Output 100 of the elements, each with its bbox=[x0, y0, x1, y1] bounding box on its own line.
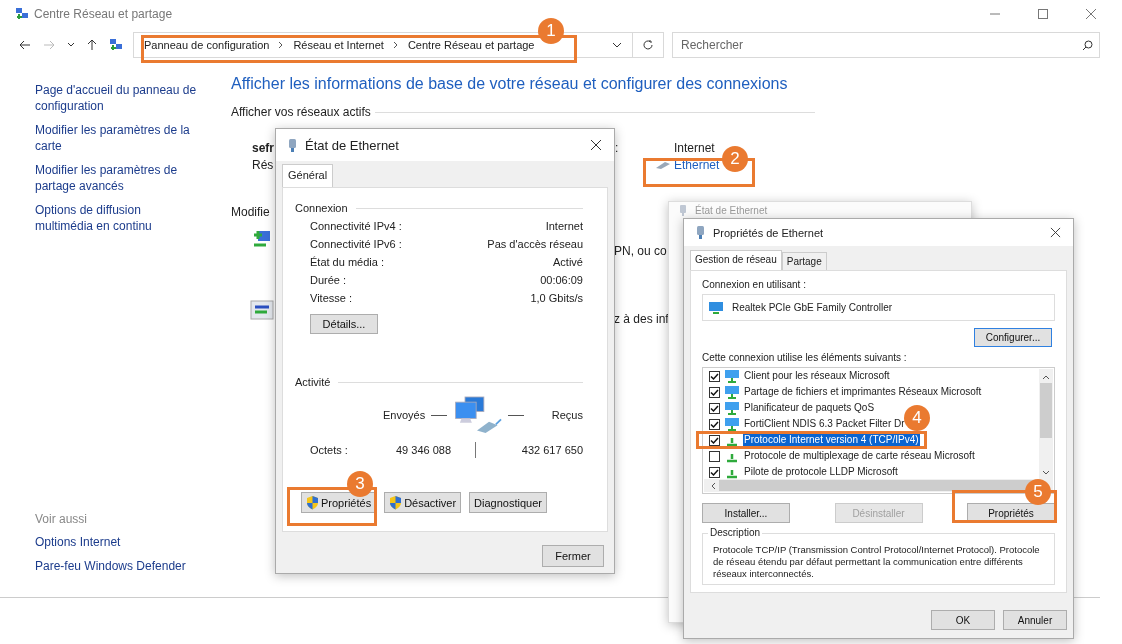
dialog-title: Propriétés de Ethernet bbox=[713, 226, 824, 239]
monitor-icon bbox=[724, 369, 740, 383]
chevron-up-icon[interactable] bbox=[1042, 374, 1050, 380]
field-label: Durée : bbox=[310, 274, 347, 286]
search-field[interactable]: Rechercher bbox=[672, 32, 1100, 58]
cable-icon bbox=[655, 160, 671, 170]
adapter-name: Realtek PCIe GbE Family Controller bbox=[732, 302, 893, 313]
field-label: État du média : bbox=[310, 256, 384, 268]
tab[interactable]: Gestion de réseau bbox=[690, 250, 782, 270]
sidebar-link[interactable]: Modifier les paramètres de partage avancés bbox=[35, 162, 197, 194]
description-text: z à des inf bbox=[614, 312, 669, 326]
back-arrow-icon[interactable] bbox=[19, 40, 31, 50]
cancel-button[interactable]: Annuler bbox=[1003, 610, 1067, 630]
plug-icon bbox=[679, 204, 687, 217]
checkbox[interactable] bbox=[709, 434, 720, 446]
ok-button[interactable]: OK bbox=[931, 610, 995, 630]
colon-text: : bbox=[615, 141, 620, 157]
tab[interactable]: Général bbox=[282, 164, 334, 187]
bytes-sent: 49 346 088 bbox=[396, 444, 453, 456]
checkbox[interactable] bbox=[709, 370, 720, 382]
shield-icon bbox=[389, 495, 403, 510]
sent-label: Envoyés bbox=[383, 409, 426, 421]
see-also-link[interactable]: Options Internet bbox=[35, 535, 231, 550]
breadcrumb-item[interactable]: Panneau de configuration bbox=[144, 39, 270, 51]
list-item[interactable]: FortiClient NDIS 6.3 Packet Filter Dr bbox=[743, 418, 906, 430]
refresh-button[interactable] bbox=[632, 32, 664, 58]
field-label: Connexion en utilisant : bbox=[702, 279, 807, 290]
field-label: Vitesse : bbox=[310, 292, 352, 304]
refresh-icon bbox=[642, 39, 654, 51]
dialog-title: État de Ethernet bbox=[695, 204, 768, 217]
tab[interactable]: Partage bbox=[781, 252, 827, 270]
section-title: Modifie bbox=[231, 205, 270, 219]
bytes-received: 432 617 650 bbox=[521, 444, 583, 456]
plug-icon bbox=[288, 137, 297, 153]
monitor-icon bbox=[708, 300, 724, 315]
field-value: Activé bbox=[553, 256, 583, 268]
up-arrow-icon[interactable] bbox=[87, 39, 97, 51]
checkbox[interactable] bbox=[709, 402, 720, 414]
network-type: Rés bbox=[252, 158, 274, 172]
configure-button[interactable]: Configurer... bbox=[974, 328, 1052, 347]
sidebar-link[interactable]: Page d'accueil du panneau de configuration bbox=[35, 82, 197, 114]
chevron-left-icon[interactable] bbox=[710, 481, 716, 490]
network-name: sefr bbox=[252, 141, 274, 155]
search-icon bbox=[1082, 40, 1093, 51]
close-icon[interactable] bbox=[1050, 227, 1061, 238]
details-button[interactable]: Détails... bbox=[310, 314, 378, 334]
network-icon bbox=[15, 7, 29, 21]
scrollbar[interactable] bbox=[1039, 369, 1053, 479]
list-item[interactable]: Protocole Internet version 4 (TCP/IPv4) bbox=[743, 434, 920, 446]
close-button[interactable]: Fermer bbox=[542, 545, 604, 567]
step-badge: 1 bbox=[538, 18, 564, 44]
checkbox[interactable] bbox=[709, 450, 720, 462]
list-item[interactable]: Planificateur de paquets QoS bbox=[743, 402, 876, 414]
received-label: Reçus bbox=[551, 409, 583, 421]
field-value: 1,0 Gbits/s bbox=[530, 292, 583, 304]
monitor-icon bbox=[724, 417, 740, 431]
group-title: Activité bbox=[295, 376, 331, 388]
chevron-down-icon[interactable] bbox=[612, 42, 622, 48]
list-item[interactable]: Pilote de protocole LLDP Microsoft bbox=[743, 466, 899, 478]
monitor-icon bbox=[724, 385, 740, 399]
list-item[interactable]: Protocole de multiplexage de carte réseau Microsoft bbox=[743, 450, 976, 462]
breadcrumb-item[interactable]: Réseau et Internet bbox=[293, 39, 384, 51]
network-icon bbox=[109, 38, 123, 52]
action-button[interactable]: Propriétés bbox=[301, 492, 377, 513]
action-button[interactable]: Installer... bbox=[702, 503, 790, 523]
chevron-down-icon[interactable] bbox=[1042, 470, 1050, 476]
description-text: PN, ou co bbox=[614, 244, 667, 258]
monitor-icon bbox=[724, 401, 740, 415]
plug-icon bbox=[696, 225, 705, 240]
field-label: Connectivité IPv6 : bbox=[310, 238, 402, 250]
chevron-down-icon[interactable] bbox=[67, 42, 75, 48]
shield-icon bbox=[306, 495, 319, 510]
close-icon[interactable] bbox=[590, 139, 602, 151]
action-button[interactable]: Diagnostiquer bbox=[469, 492, 547, 513]
access-type: Internet bbox=[673, 141, 716, 155]
list-item[interactable]: Client pour les réseaux Microsoft bbox=[743, 370, 891, 382]
see-also-title: Voir aussi bbox=[35, 512, 89, 526]
sidebar-link[interactable]: Options de diffusion multimédia en continu bbox=[35, 202, 197, 234]
group-title: Description bbox=[708, 527, 763, 538]
field-label: Cette connexion utilise les éléments suivants : bbox=[702, 352, 908, 363]
list-item[interactable]: Partage de fichiers et imprimantes Réseaux Microsoft bbox=[743, 386, 983, 398]
bytes-label: Octets : bbox=[310, 444, 349, 456]
checkbox[interactable] bbox=[709, 466, 720, 478]
chevron-right-icon bbox=[392, 41, 399, 49]
sidebar-link[interactable]: Modifier les paramètres de la carte bbox=[35, 122, 197, 154]
step-badge: 2 bbox=[722, 146, 748, 172]
chevron-right-icon bbox=[278, 41, 285, 49]
field-value: Internet bbox=[545, 220, 583, 232]
description-text: Protocole TCP/IP (Transmission Control Protocol/Internet Protocol). Protocole de réseau étendu par défaut permettant la communication entre différents réseaux interconnectés. bbox=[713, 544, 1041, 580]
group-title: Connexion bbox=[295, 202, 348, 214]
breadcrumb-item[interactable]: Centre Réseau et partage bbox=[407, 39, 535, 51]
field-value: Pas d'accès réseau bbox=[487, 238, 583, 250]
dialog-title: État de Ethernet bbox=[305, 137, 399, 153]
checkbox[interactable] bbox=[709, 418, 720, 430]
see-also-link[interactable]: Pare-feu Windows Defender bbox=[35, 559, 231, 574]
field-value: 00:06:09 bbox=[540, 274, 583, 286]
checkbox[interactable] bbox=[709, 386, 720, 398]
action-button[interactable]: Désactiver bbox=[384, 492, 462, 513]
field-label: Connectivité IPv4 : bbox=[310, 220, 402, 232]
maximize-icon[interactable] bbox=[1037, 8, 1049, 20]
